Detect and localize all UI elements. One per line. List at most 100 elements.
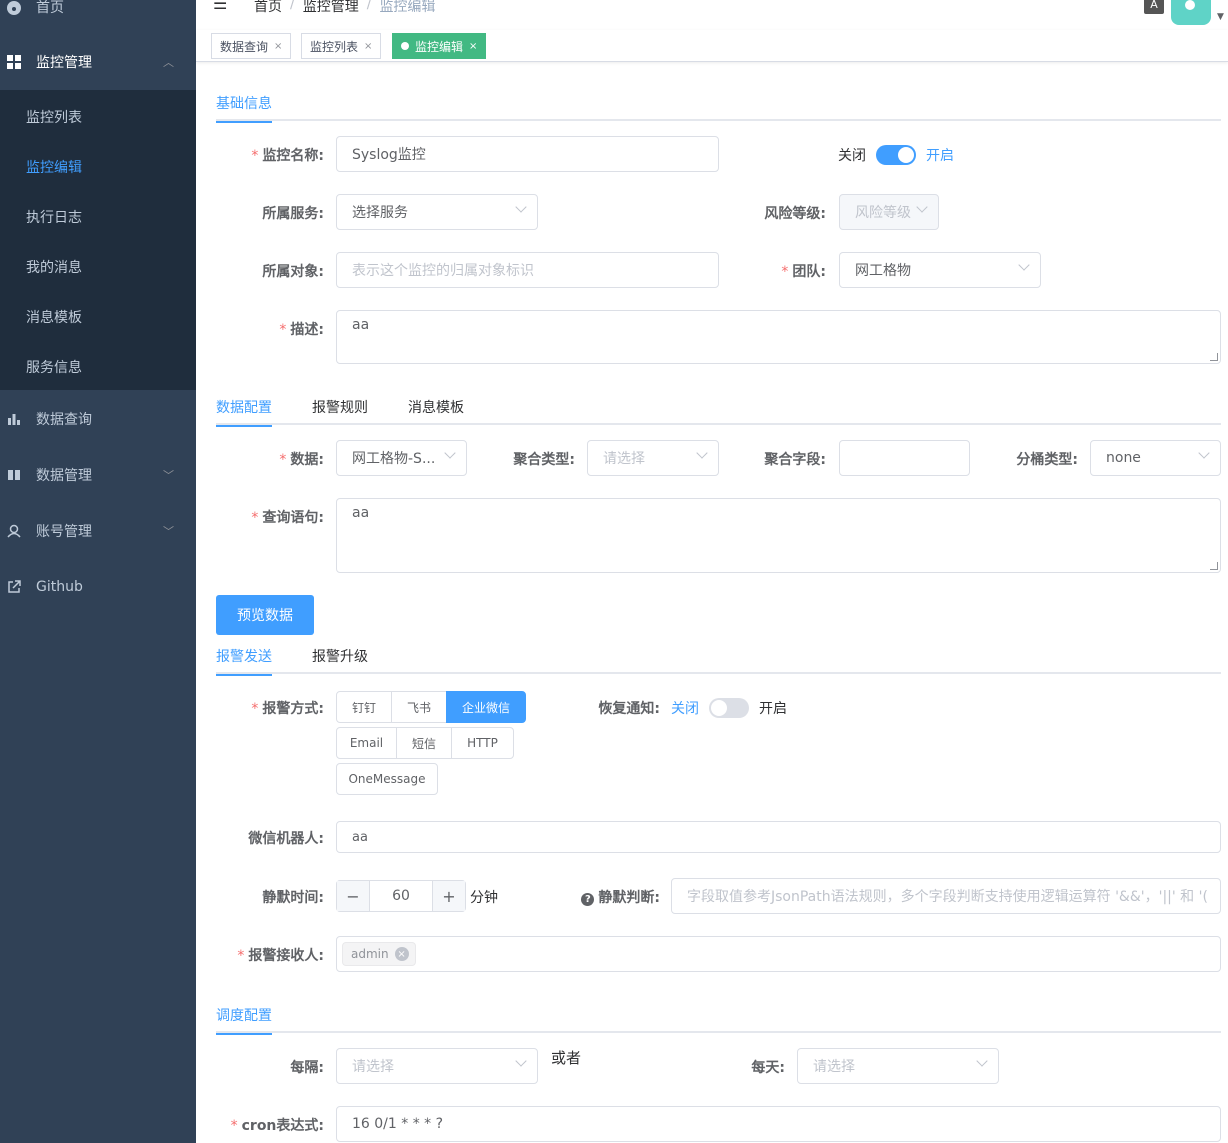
toggle-switch[interactable] [876,145,916,165]
chevron-down-icon [696,447,708,459]
method-sms-button[interactable]: 短信 [396,727,452,759]
close-icon[interactable]: × [394,947,409,961]
method-wecom-button[interactable]: 企业微信 [446,691,526,723]
monitor-name-input[interactable]: Syslog监控 [336,136,719,172]
plus-icon[interactable]: + [433,881,465,911]
tab-schedule[interactable]: 调度配置 [216,1005,272,1035]
agg-field-input[interactable] [839,440,970,476]
external-link-icon [5,578,23,596]
sidebar-item-github[interactable]: Github [0,576,196,598]
tag-label: 监控列表 [310,39,359,54]
daily-label: 每天: [751,1060,785,1076]
chevron-down-icon [515,201,527,213]
team-select[interactable]: 网工格物 [839,252,1041,288]
sidebar-submenu-monitor: 监控列表 监控编辑 执行日志 我的消息 消息模板 服务信息 [0,90,196,390]
silence-judge-input[interactable]: 字段取值参考JsonPath语法规则，多个字段判断支持使用逻辑运算符 '&&'，… [671,878,1221,914]
sidebar: 首页 监控管理 ︿ 监控列表 监控编辑 执行日志 我的消息 消息模板 服务信息 … [0,0,196,1143]
chevron-up-icon: ︿ [163,56,174,69]
agg-type-select[interactable]: 请选择 [587,440,719,476]
bucket-type-label: 分桶类型: [1016,452,1078,468]
sidebar-item-monitor-list[interactable]: 监控列表 [26,107,82,127]
service-select[interactable]: 选择服务 [336,194,538,230]
switch-on-label: 开启 [759,701,787,717]
method-dingtalk-button[interactable]: 钉钉 [336,691,392,723]
cron-label: * cron表达式: [230,1118,324,1134]
data-config-tabs: 数据配置 报警规则 消息模板 [216,397,1221,427]
method-http-button[interactable]: HTTP [451,727,514,759]
sidebar-item-data-query[interactable]: 数据查询 [0,408,196,430]
tags-view: 数据查询 × 监控列表 × 监控编辑 × [196,30,1228,62]
tab-alert-escalation[interactable]: 报警升级 [312,646,368,674]
sidebar-item-monitor-management[interactable]: 监控管理 ︿ [0,42,196,82]
wechat-bot-input[interactable]: aa [336,821,1221,853]
sidebar-item-account-management[interactable]: 账号管理 ﹀ [0,520,196,542]
close-icon[interactable]: × [364,41,372,52]
cron-input[interactable]: 16 0/1 * * * ? [336,1106,1221,1142]
recover-notify-label: 恢复通知: [598,701,660,717]
tab-alert-send[interactable]: 报警发送 [216,646,272,676]
alert-tabs: 报警发送 报警升级 [216,646,1221,676]
sidebar-item-my-messages[interactable]: 我的消息 [26,257,82,277]
question-icon[interactable]: ? [581,893,595,906]
tab-data-config[interactable]: 数据配置 [216,397,272,427]
sidebar-item-message-template[interactable]: 消息模板 [26,307,82,327]
resize-handle-icon[interactable] [1210,562,1218,570]
breadcrumb-item[interactable]: 首页 [254,0,282,16]
tab-basic-info[interactable]: 基础信息 [216,93,272,123]
language-icon[interactable]: A [1144,0,1164,14]
stepper-value[interactable]: 60 [369,881,433,911]
sidebar-item-label: 数据管理 [36,468,92,484]
description-textarea[interactable]: aa [336,310,1221,364]
active-dot-icon [401,42,409,50]
chevron-down-icon [916,201,928,213]
toggle-switch[interactable] [709,698,749,718]
query-textarea[interactable]: aa [336,498,1221,573]
breadcrumb-item[interactable]: 监控管理 [303,0,359,16]
sidebar-item-monitor-edit[interactable]: 监控编辑 [26,157,82,177]
recover-notify-switch[interactable]: 关闭 开启 [671,698,787,718]
close-icon[interactable]: × [469,41,477,52]
sidebar-item-exec-log[interactable]: 执行日志 [26,207,82,227]
tag-data-query[interactable]: 数据查询 × [211,33,292,59]
breadcrumb: 首页 / 监控管理 / 监控编辑 [254,0,435,16]
enable-switch[interactable]: 关闭 开启 [838,145,954,165]
sidebar-item-data-management[interactable]: 数据管理 ﹀ [0,464,196,486]
close-icon[interactable]: × [274,41,282,52]
dashboard-icon [5,0,23,16]
tag-monitor-list[interactable]: 监控列表 × [301,33,382,59]
minus-icon[interactable]: − [337,881,369,911]
grid-icon [5,53,23,71]
tab-alert-rules[interactable]: 报警规则 [312,397,368,425]
method-email-button[interactable]: Email [336,727,397,759]
tab-message-template[interactable]: 消息模板 [408,397,464,425]
book-icon [5,466,23,484]
tag-monitor-edit[interactable]: 监控编辑 × [392,33,487,59]
caret-down-icon[interactable]: ▼ [1217,12,1224,22]
method-feishu-button[interactable]: 飞书 [391,691,447,723]
sidebar-item-label: 监控管理 [36,55,92,71]
hamburger-icon[interactable]: ☰ [213,0,227,13]
or-text: 或者 [551,1049,582,1067]
every-select[interactable]: 请选择 [336,1048,538,1084]
object-input[interactable]: 表示这个监控的归属对象标识 [336,252,719,288]
receiver-select[interactable]: admin × [336,936,1221,972]
method-onemessage-button[interactable]: OneMessage [336,763,438,795]
bucket-type-select[interactable]: none [1090,440,1221,476]
chevron-down-icon [444,447,456,459]
silence-unit: 分钟 [470,890,498,906]
switch-off-label: 关闭 [671,701,699,717]
chevron-down-icon [976,1055,988,1067]
data-select[interactable]: 网工格物-S... [336,440,467,476]
preview-data-button[interactable]: 预览数据 [216,595,314,635]
receiver-label: * 报警接收人: [237,948,324,964]
resize-handle-icon[interactable] [1210,353,1218,361]
sidebar-item-service-info[interactable]: 服务信息 [26,357,82,377]
chevron-down-icon [515,1055,527,1067]
avatar[interactable] [1171,0,1211,25]
sidebar-item-home[interactable]: 首页 [0,0,196,18]
daily-select[interactable]: 请选择 [797,1048,999,1084]
schedule-tabs: 调度配置 [216,1005,1221,1035]
chevron-down-icon [1198,447,1210,459]
silence-time-stepper[interactable]: − 60 + [336,880,466,912]
basic-info-tabs: 基础信息 [216,93,1221,123]
